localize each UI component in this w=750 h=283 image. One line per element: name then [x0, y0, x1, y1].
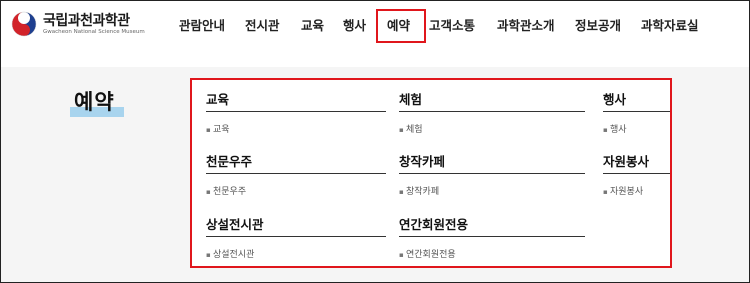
- screenshot-frame: [0, 0, 750, 283]
